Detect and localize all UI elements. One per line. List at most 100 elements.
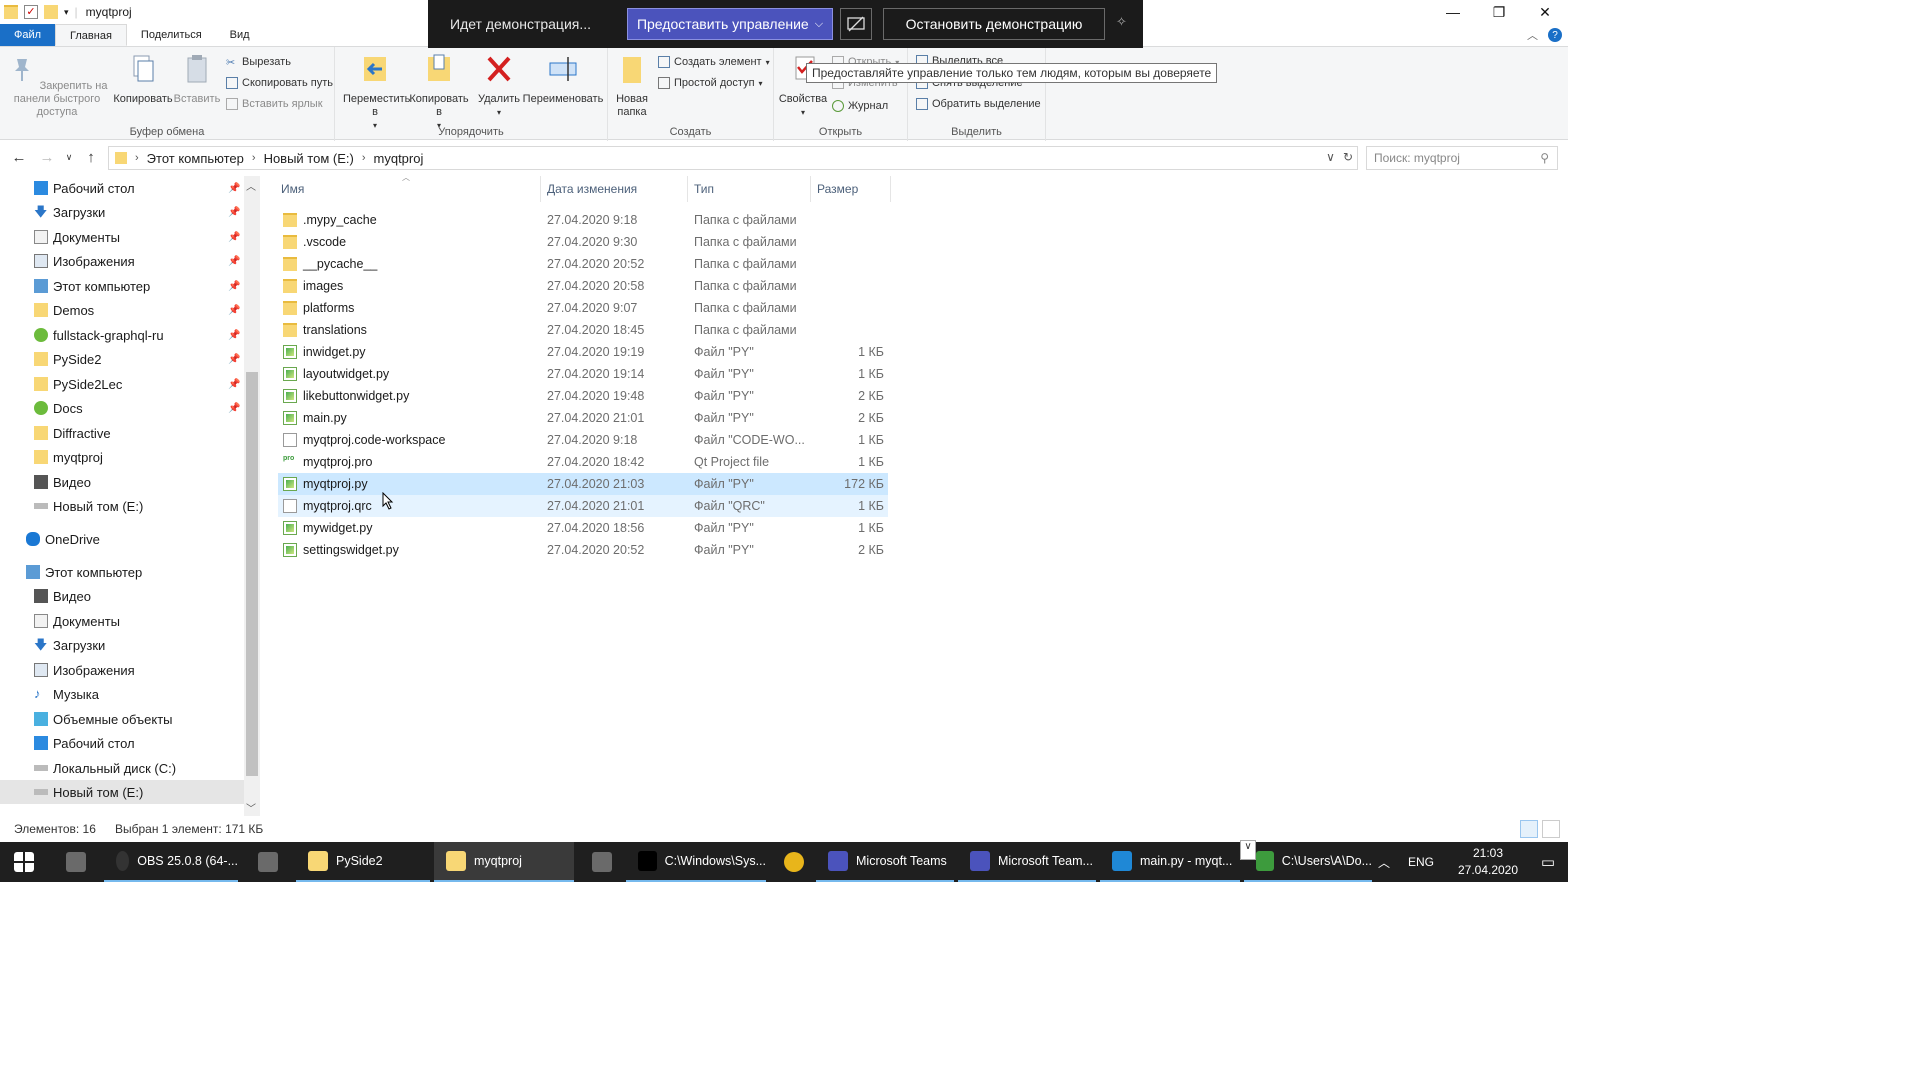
chevron-right-icon[interactable]: ›: [252, 152, 256, 164]
taskbar-item[interactable]: myqtproj: [434, 842, 574, 882]
nav-item[interactable]: Demos 📌: [0, 298, 244, 322]
nav-item[interactable]: myqtproj: [0, 445, 244, 469]
address-bar[interactable]: › Этот компьютер › Новый том (E:) › myqt…: [108, 146, 1358, 170]
taskbar-item[interactable]: [52, 842, 100, 882]
file-row[interactable]: likebuttonwidget.py 27.04.2020 19:48 Файл …: [278, 385, 888, 407]
help-icon[interactable]: ?: [1548, 28, 1562, 42]
tab-view[interactable]: Вид: [216, 24, 264, 46]
column-divider[interactable]: [540, 176, 541, 202]
paste-shortcut-button[interactable]: Вставить ярлык: [226, 98, 323, 110]
tab-file[interactable]: Файл: [0, 24, 56, 46]
taskbar-item[interactable]: [770, 842, 814, 882]
restore-icon[interactable]: ❐: [1476, 0, 1522, 24]
paste-button[interactable]: Вставить: [172, 53, 222, 106]
nav-item[interactable]: Изображения 📌: [0, 249, 244, 273]
search-input[interactable]: Поиск: myqtproj ⚲: [1366, 146, 1558, 170]
nav-item[interactable]: Новый том (E:): [0, 494, 244, 518]
pin-icon[interactable]: 📌: [228, 232, 240, 243]
customize-dropdown-icon[interactable]: ▾: [64, 7, 69, 18]
give-control-button[interactable]: Предоставить управление ⌵: [627, 8, 833, 40]
up-arrow-icon[interactable]: ↑: [80, 146, 102, 168]
copy-to-button[interactable]: Копировать в ▾: [407, 53, 471, 132]
file-row[interactable]: platforms 27.04.2020 9:07 Папка с файлами: [278, 297, 888, 319]
chevron-right-icon[interactable]: ›: [362, 152, 366, 164]
details-view-icon[interactable]: [1520, 820, 1538, 838]
nav-item[interactable]: Рабочий стол: [0, 731, 244, 755]
refresh-icon[interactable]: ↻: [1343, 150, 1353, 164]
taskbar-item[interactable]: OBS 25.0.8 (64-...: [104, 842, 238, 882]
cut-button[interactable]: ✂ Вырезать: [226, 56, 291, 69]
nav-item[interactable]: Объемные объекты: [0, 707, 244, 731]
nav-item[interactable]: Этот компьютер: [0, 560, 244, 584]
taskbar-item[interactable]: C:\Windows\Sys...: [626, 842, 766, 882]
forward-arrow-icon[interactable]: →: [36, 146, 58, 168]
nav-item[interactable]: Локальный диск (C:): [0, 756, 244, 780]
nav-item[interactable]: 🡇 Загрузки 📌: [0, 200, 244, 224]
notifications-icon[interactable]: ▭: [1528, 853, 1568, 871]
nav-item[interactable]: Видео: [0, 584, 244, 608]
file-row[interactable]: pro myqtproj.pro 27.04.2020 18:42 Qt Projec…: [278, 451, 888, 473]
file-row[interactable]: myqtproj.qrc 27.04.2020 21:01 Файл "QRC" 1 …: [278, 495, 888, 517]
pin-icon[interactable]: 📌: [228, 330, 240, 341]
pin-icon[interactable]: 📌: [228, 305, 240, 316]
scroll-thumb[interactable]: [246, 372, 258, 776]
easy-access-button[interactable]: Простой доступ ▾: [658, 77, 763, 89]
nav-item[interactable]: PySide2 📌: [0, 347, 244, 371]
nav-item[interactable]: Документы: [0, 609, 244, 633]
file-row[interactable]: settingswidget.py 27.04.2020 20:52 Файл "P…: [278, 539, 888, 561]
collapse-ribbon-icon[interactable]: ︿: [1527, 27, 1538, 43]
address-dropdown-icon[interactable]: ∨: [1326, 150, 1335, 164]
breadcrumb-current[interactable]: myqtproj: [374, 151, 424, 166]
nav-item[interactable]: fullstack-graphql-ru 📌: [0, 323, 244, 347]
pin-icon[interactable]: 📌: [228, 183, 240, 194]
nav-item[interactable]: Рабочий стол 📌: [0, 176, 244, 200]
file-row[interactable]: main.py 27.04.2020 21:01 Файл "PY" 2 КБ: [278, 407, 888, 429]
invert-selection-button[interactable]: Обратить выделение: [916, 98, 1041, 110]
taskbar-item[interactable]: [578, 842, 626, 882]
nav-item[interactable]: Документы 📌: [0, 225, 244, 249]
nav-item[interactable]: OneDrive: [0, 527, 244, 551]
pin-icon[interactable]: 📌: [228, 207, 240, 218]
breadcrumb-this-pc[interactable]: Этот компьютер: [147, 151, 244, 166]
language-indicator[interactable]: ENG: [1408, 855, 1434, 869]
taskbar-item[interactable]: [0, 842, 48, 882]
column-divider[interactable]: [890, 176, 891, 202]
new-item-button[interactable]: Создать элемент ▾: [658, 56, 770, 68]
tab-share[interactable]: Поделиться: [127, 24, 216, 46]
file-row[interactable]: .mypy_cache 27.04.2020 9:18 Папка с файлам…: [278, 209, 888, 231]
file-row[interactable]: inwidget.py 27.04.2020 19:19 Файл "PY" 1 КБ: [278, 341, 888, 363]
column-divider[interactable]: [687, 176, 688, 202]
nav-item[interactable]: Diffractive: [0, 421, 244, 445]
properties-check-icon[interactable]: ✓: [24, 5, 38, 19]
column-date[interactable]: Дата изменения: [547, 182, 637, 196]
new-folder-button[interactable]: Новая папка: [612, 53, 652, 119]
pin-quick-access-button[interactable]: Закрепить на панели быстрого доступа: [6, 53, 108, 119]
column-type[interactable]: Тип: [694, 182, 714, 196]
nav-item[interactable]: 🡇 Загрузки: [0, 633, 244, 657]
stop-camera-button[interactable]: [840, 8, 872, 40]
column-size[interactable]: Размер: [817, 182, 858, 196]
taskbar-item[interactable]: Microsoft Teams: [816, 842, 954, 882]
taskbar-item[interactable]: [244, 842, 292, 882]
close-icon[interactable]: ✕: [1522, 0, 1568, 24]
file-row[interactable]: translations 27.04.2020 18:45 Папка с файл…: [278, 319, 888, 341]
copy-path-button[interactable]: Скопировать путь: [226, 77, 333, 89]
pin-icon[interactable]: 📌: [228, 281, 240, 292]
file-row[interactable]: myqtproj.py 27.04.2020 21:03 Файл "PY" 172 …: [278, 473, 888, 495]
file-row[interactable]: mywidget.py 27.04.2020 18:56 Файл "PY" 1 КБ: [278, 517, 888, 539]
taskbar-item[interactable]: PySide2: [296, 842, 430, 882]
file-row[interactable]: myqtproj.code-workspace 27.04.2020 9:18 Фа…: [278, 429, 888, 451]
pin-icon[interactable]: 📌: [228, 256, 240, 267]
taskbar-item[interactable]: main.py - myqt...: [1100, 842, 1240, 882]
scroll-down-icon[interactable]: ﹀: [246, 800, 256, 815]
large-icons-view-icon[interactable]: [1542, 820, 1560, 838]
tray-chevron-up-icon[interactable]: ︿: [1378, 854, 1390, 871]
chevron-right-icon[interactable]: ›: [135, 152, 139, 164]
file-row[interactable]: images 27.04.2020 20:58 Папка с файлами: [278, 275, 888, 297]
file-row[interactable]: layoutwidget.py 27.04.2020 19:14 Файл "PY"…: [278, 363, 888, 385]
pin-icon[interactable]: 📌: [228, 403, 240, 414]
nav-item[interactable]: Видео: [0, 470, 244, 494]
pin-icon[interactable]: 📌: [228, 379, 240, 390]
taskbar-item[interactable]: C:\Users\A\Do...: [1244, 842, 1372, 882]
column-divider[interactable]: [810, 176, 811, 202]
